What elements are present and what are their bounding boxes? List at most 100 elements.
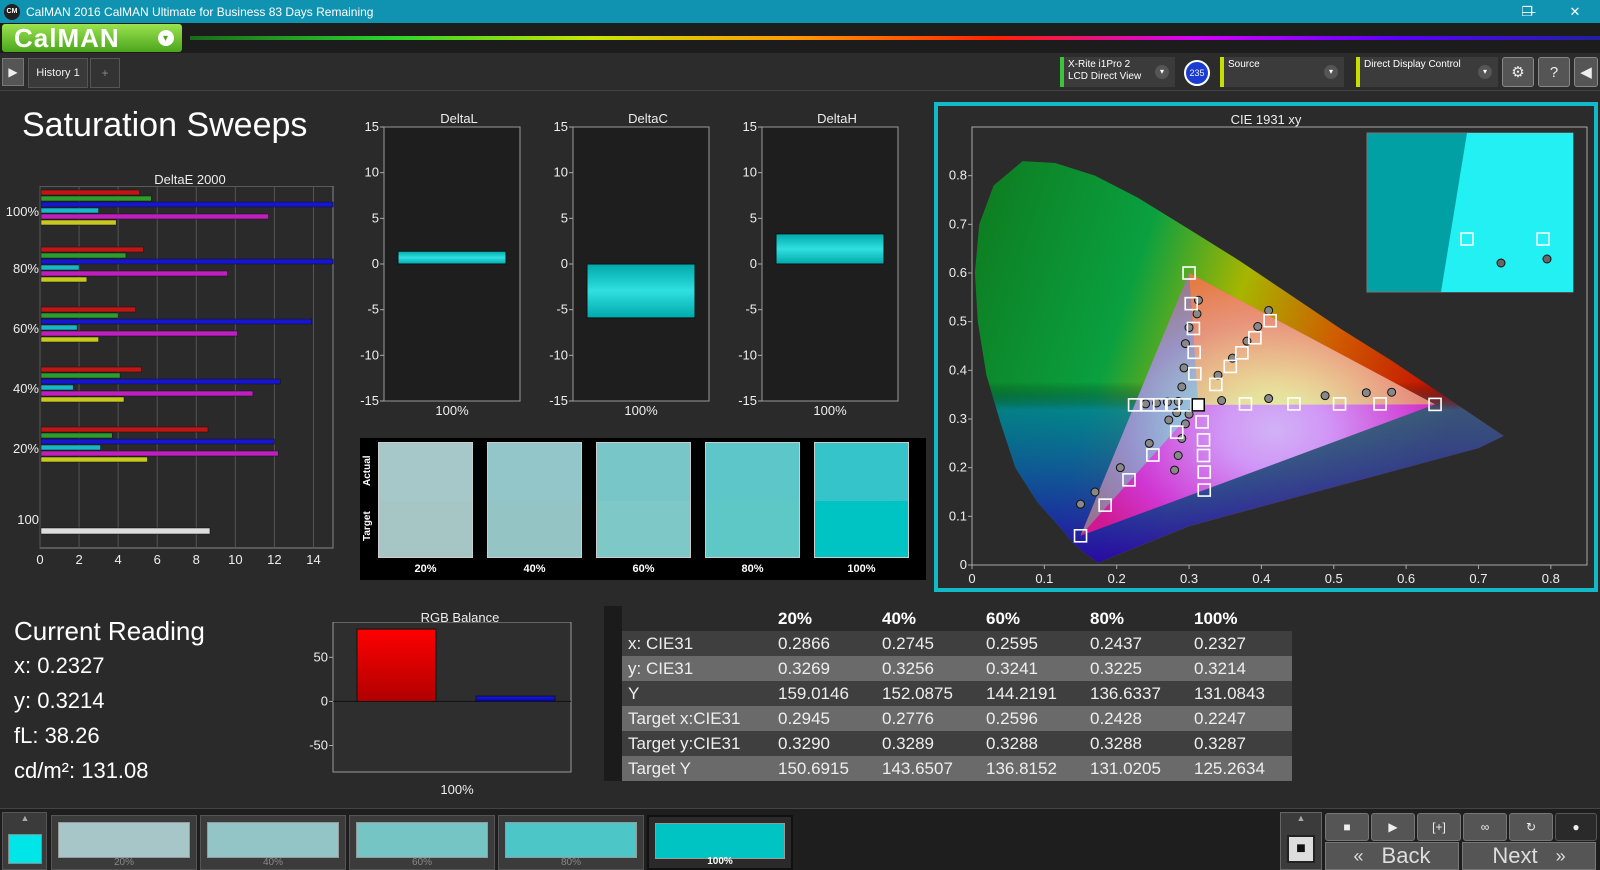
refresh-button[interactable]: ↻ [1509,813,1553,841]
help-button[interactable]: ? [1538,57,1570,87]
actual-swatch [706,443,799,501]
plus-icon: + [101,66,109,80]
patch-80pct[interactable]: 80% [498,815,644,870]
collapse-icon: ◀ [1580,64,1592,81]
loop-button[interactable]: ∞ [1463,813,1507,841]
swatch-label: 40% [523,563,546,575]
calman-menu-button[interactable]: CalMAN ▾ [2,22,182,53]
cie-zoom-measured [1496,258,1506,268]
table-row: y: CIE31 0.3269 0.3256 0.3241 0.3225 0.3214 [604,656,1292,681]
stop-big-button[interactable]: ■ [1287,835,1315,863]
next-button[interactable]: Next » [1462,842,1596,870]
reading-fl: fL: 38.26 [14,723,100,748]
sidebar-toggle-button[interactable]: ▶ [2,58,24,86]
table-cell: 0.3241 [980,656,1084,681]
cie-measured-point [1320,391,1330,401]
row-marker [604,631,622,656]
back-button[interactable]: « Back [1325,842,1459,870]
cie-measured-point [1253,322,1263,332]
settings-button[interactable]: ⚙ [1502,57,1534,87]
stop-button[interactable]: ■ [1325,813,1369,841]
table-cell: 0.2945 [772,706,876,731]
actual-swatch [597,443,690,501]
deltae-bar [40,324,78,331]
control-panel: ▲ ■ [1280,812,1322,870]
table-cell: 131.0205 [1084,756,1188,781]
patch-color [207,822,339,858]
table-row: Y 159.0146 152.0875 144.2191 136.6337 131.084… [604,681,1292,706]
brand-label: CalMAN [14,22,120,53]
deltae-chart-title: DeltaE 2000 [154,172,226,187]
deltae-x-tick-label: 4 [115,552,122,567]
cie-measured-point [1144,438,1154,448]
deltae-bar [40,336,99,343]
expand-up-icon[interactable]: ▲ [1291,813,1311,823]
reading-x: x: 0.2327 [14,653,105,678]
deltae-bar [40,456,148,463]
deltal-y-tick-label: 0 [372,256,379,271]
play-icon: ▶ [8,65,18,79]
patch-100pct[interactable]: 100% [647,815,793,870]
cie-measured-point [1141,399,1151,409]
stop-icon: ■ [1296,840,1306,857]
toolbar: ▶ History 1 + X-Rite i1Pro 2 LCD Direct … [0,53,1600,91]
deltae-bar [40,264,80,271]
record-button[interactable]: ● [1555,813,1597,841]
cie-x-tick-label: 0.7 [1469,571,1487,586]
record-icon: ● [1572,820,1580,834]
table-cell: 0.3288 [1084,731,1188,756]
rgb-bar [356,628,437,702]
deltae-x-tick-label: 10 [228,552,242,567]
measurement-table: 20% 40% 60% 80% 100% x: CIE31 0.2866 0.2745 0.25… [604,606,1292,781]
cie-panel: CIE 1931 xy 0 0.1 0.2 0.3 0.4 0.5 0.6 0.7 0.8 0 0.… [934,102,1598,592]
deltae-bar [40,312,119,319]
patch-20pct[interactable]: 20% [51,815,197,870]
meter-selector[interactable]: X-Rite i1Pro 2 LCD Direct View ▾ [1060,57,1175,87]
display-control-selector[interactable]: Direct Display Control ▾ [1356,57,1498,87]
deltac-y-tick-label: 0 [561,256,568,271]
deltac-y-tick-label: 15 [554,120,568,134]
expand-up-icon[interactable]: ▲ [15,813,35,823]
measure-button[interactable]: [+] [1417,813,1461,841]
rgb-x-tick-label: 100% [440,782,474,797]
loop-icon: ∞ [1480,820,1490,834]
table-cell: 0.2866 [772,631,876,656]
deltac-y-tick-label: -5 [556,302,568,317]
deltae-x-tick-label: 2 [75,552,82,567]
deltae-bar [40,426,209,433]
swatch-label: 60% [632,563,655,575]
deltae-bar [40,306,136,313]
row-marker [604,731,622,756]
deltae-x-tick-label: 14 [306,552,320,567]
row-marker [604,706,622,731]
target-swatch [597,501,690,557]
cie-x-tick-label: 0.4 [1252,571,1270,586]
add-tab-button[interactable]: + [90,58,120,88]
rgb-y-tick-label: 0 [321,693,328,708]
deltal-y-tick-label: -15 [360,393,379,408]
collapse-button[interactable]: ◀ [1574,57,1598,87]
cie-x-tick-label: 0.8 [1542,571,1560,586]
deltae-bar [40,378,281,385]
play-button[interactable]: ▶ [1371,813,1415,841]
patch-60pct[interactable]: 60% [349,815,495,870]
table-header-row: 20% 40% 60% 80% 100% [604,606,1292,631]
maximize-button[interactable]: ❐ [1504,0,1550,23]
cie-measured-point [1179,363,1189,373]
cie-y-tick-label: 0.1 [949,508,967,523]
deltae-category-label: 80% [13,261,39,276]
deltah-y-tick-label: 5 [750,210,757,225]
cie-x-tick-label: 0.2 [1108,571,1126,586]
source-selector[interactable]: Source ▾ [1220,57,1344,87]
cie-zoom-measured [1542,254,1552,264]
column-header: 60% [980,606,1084,631]
close-button[interactable]: ✕ [1552,0,1598,23]
deltac-y-tick-label: -10 [549,347,568,362]
deltac-bar [586,263,696,319]
meter-status-badge[interactable]: 235 [1184,60,1210,86]
tab-history-1[interactable]: History 1 [28,58,88,88]
table-cell: 0.3256 [876,656,980,681]
row-marker [604,681,622,706]
patch-40pct[interactable]: 40% [200,815,346,870]
measure-icon: [+] [1432,820,1446,834]
